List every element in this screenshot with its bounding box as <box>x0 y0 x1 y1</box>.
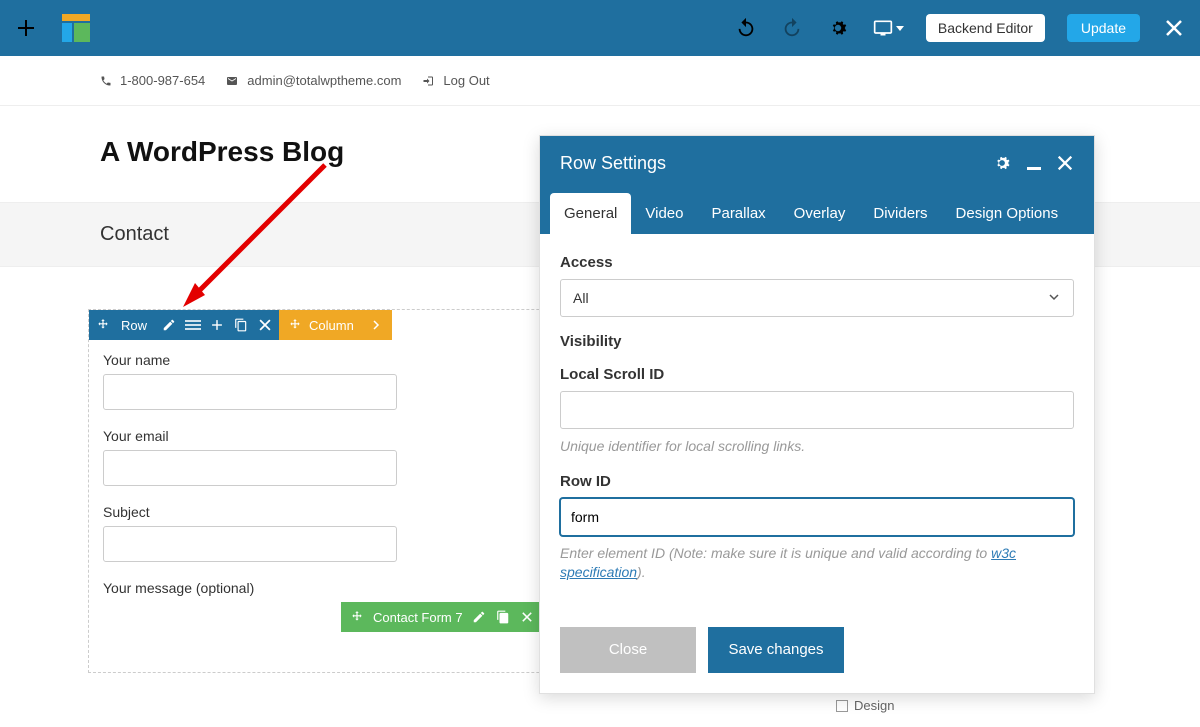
visibility-label: Visibility <box>560 333 1074 350</box>
name-input[interactable] <box>103 374 397 410</box>
tab-design-options[interactable]: Design Options <box>942 193 1073 234</box>
modal-footer: Close Save changes <box>540 611 1094 693</box>
modal-title: Row Settings <box>560 153 666 174</box>
tab-dividers[interactable]: Dividers <box>859 193 941 234</box>
add-row-icon[interactable] <box>209 317 225 333</box>
close-button[interactable]: Close <box>560 627 696 673</box>
modal-header[interactable]: Row Settings <box>540 136 1094 190</box>
edit-icon[interactable] <box>161 317 177 333</box>
templates-icon[interactable] <box>62 14 90 42</box>
column-label: Column <box>309 318 354 333</box>
message-label: Your message (optional) <box>103 580 609 596</box>
undo-icon[interactable] <box>734 16 758 40</box>
rowid-help-post: ). <box>637 564 646 580</box>
subject-label: Subject <box>103 504 609 520</box>
email-text: admin@totalwptheme.com <box>247 73 401 88</box>
close-icon[interactable] <box>1162 16 1186 40</box>
subject-input[interactable] <box>103 526 397 562</box>
email-input[interactable] <box>103 450 397 486</box>
cf7-label: Contact Form 7 <box>373 610 463 625</box>
localscroll-input[interactable] <box>560 391 1074 429</box>
column-chevron-icon[interactable] <box>368 317 384 333</box>
email-label: Your email <box>103 428 609 444</box>
caret-down-icon <box>896 26 904 31</box>
modal-minimize-icon[interactable] <box>1026 155 1042 171</box>
save-changes-button[interactable]: Save changes <box>708 627 844 673</box>
rowid-input[interactable] <box>560 498 1074 536</box>
logout-link[interactable]: Log Out <box>421 73 489 88</box>
chevron-down-icon <box>1047 290 1061 307</box>
row-label: Row <box>121 318 147 333</box>
columns-icon[interactable] <box>185 317 201 333</box>
tab-general[interactable]: General <box>550 193 631 234</box>
access-value: All <box>573 290 589 306</box>
cf7-element-bar[interactable]: Contact Form 7 <box>341 602 543 632</box>
access-label: Access <box>560 254 1074 271</box>
localscroll-help: Unique identifier for local scrolling li… <box>560 437 1074 457</box>
backend-editor-button[interactable]: Backend Editor <box>926 14 1045 42</box>
update-button[interactable]: Update <box>1067 14 1140 42</box>
modal-close-icon[interactable] <box>1056 154 1074 172</box>
design-label: Design <box>854 698 894 713</box>
cf7-edit-icon[interactable] <box>471 609 487 625</box>
tab-video[interactable]: Video <box>631 193 697 234</box>
cf7-move-icon[interactable] <box>349 609 365 625</box>
logout-text: Log Out <box>443 73 489 88</box>
modal-body: Access All Visibility Local Scroll ID Un… <box>540 234 1094 611</box>
tab-overlay[interactable]: Overlay <box>780 193 860 234</box>
clone-icon[interactable] <box>233 317 249 333</box>
row-settings-modal: Row Settings General Video Parallax Over… <box>539 135 1095 694</box>
info-bar: 1-800-987-654 admin@totalwptheme.com Log… <box>0 56 1200 106</box>
localscroll-label: Local Scroll ID <box>560 366 1074 383</box>
phone-text: 1-800-987-654 <box>120 73 205 88</box>
gear-icon[interactable] <box>826 16 850 40</box>
modal-tabs: General Video Parallax Overlay Dividers … <box>540 190 1094 234</box>
rowid-help-pre: Enter element ID (Note: make sure it is … <box>560 545 991 561</box>
add-icon[interactable] <box>14 16 38 40</box>
cf7-clone-icon[interactable] <box>495 609 511 625</box>
checkbox-icon[interactable] <box>836 700 848 712</box>
row-controls: Row <box>89 310 279 340</box>
display-mode-dropdown[interactable] <box>872 18 904 38</box>
modal-gear-icon[interactable] <box>992 153 1012 173</box>
access-select[interactable]: All <box>560 279 1074 317</box>
design-checkbox-row[interactable]: Design <box>836 698 894 713</box>
phone-info: 1-800-987-654 <box>100 73 205 88</box>
email-info[interactable]: admin@totalwptheme.com <box>225 73 401 88</box>
column-controls: Column <box>279 310 392 340</box>
cf7-delete-icon[interactable] <box>519 609 535 625</box>
tab-parallax[interactable]: Parallax <box>697 193 779 234</box>
top-toolbar: Backend Editor Update <box>0 0 1200 56</box>
rowid-help: Enter element ID (Note: make sure it is … <box>560 544 1074 583</box>
rowid-label: Row ID <box>560 473 1074 490</box>
delete-icon[interactable] <box>257 317 273 333</box>
redo-icon[interactable] <box>780 16 804 40</box>
column-move-icon[interactable] <box>287 317 303 333</box>
name-label: Your name <box>103 352 609 368</box>
move-icon[interactable] <box>95 317 111 333</box>
